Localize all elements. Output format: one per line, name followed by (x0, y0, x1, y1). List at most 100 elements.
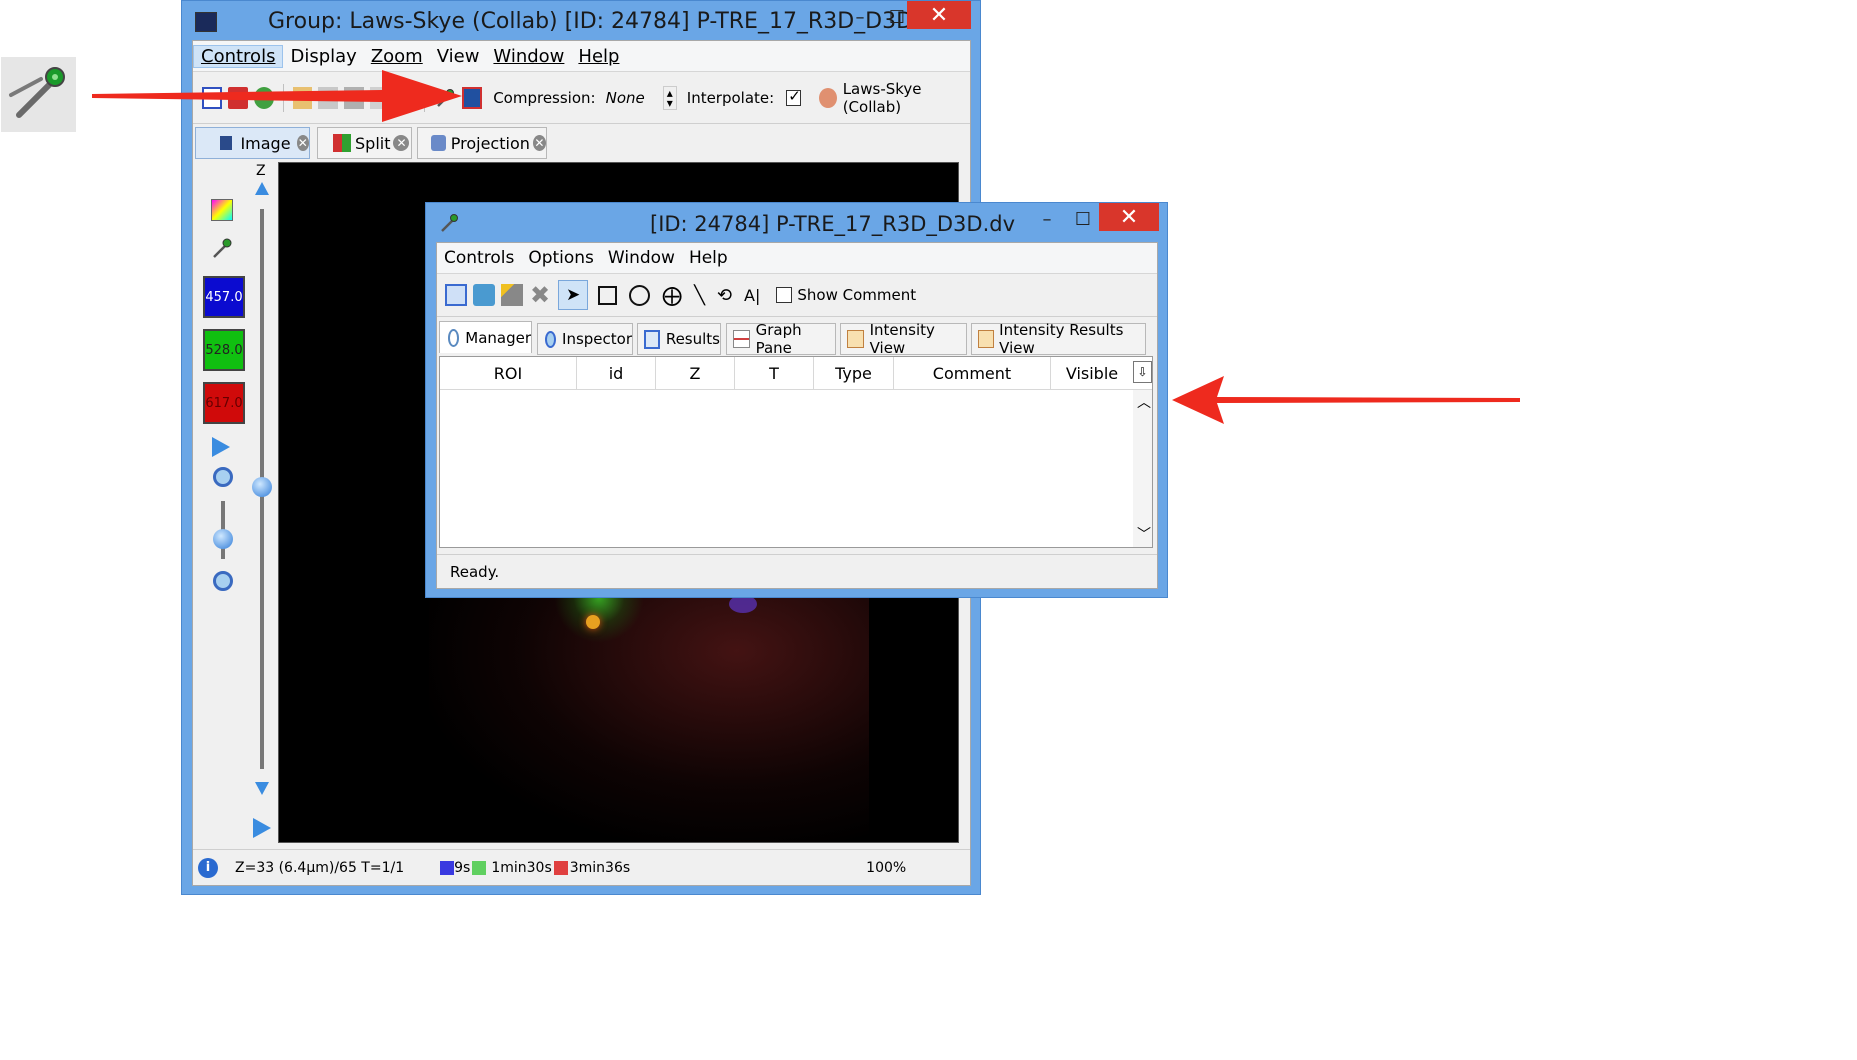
menu-controls[interactable]: Controls (437, 248, 521, 268)
color-picker-icon[interactable] (211, 199, 233, 221)
tab-intensity-view-label: Intensity View (869, 321, 935, 357)
z-down-arrow-icon[interactable] (255, 782, 269, 795)
annotation-arrow-left (92, 70, 472, 122)
zoom-in-icon[interactable] (213, 467, 233, 487)
group-icon (818, 88, 837, 108)
t-play-icon[interactable] (253, 818, 271, 838)
menu-help[interactable]: Help (682, 248, 735, 268)
compression-spinner-icon[interactable]: ▴ ▾ (662, 86, 677, 110)
minimize-button[interactable]: – (845, 1, 875, 33)
tab-results[interactable]: Results (637, 323, 721, 355)
roi-manager-window: [ID: 24784] P-TRE_17_R3D_D3D.dv – ☐ ✕ Co… (425, 202, 1168, 598)
annotation-arrow-right (1172, 376, 1522, 424)
magic-wand-icon[interactable] (501, 284, 523, 306)
tab-intensity-view[interactable]: Intensity View (840, 321, 967, 357)
tab-graph-pane-label: Graph Pane (755, 321, 802, 357)
menu-display[interactable]: Display (283, 46, 363, 67)
menu-window[interactable]: Window (486, 46, 571, 67)
scroll-up-icon[interactable]: ︿ (1137, 392, 1151, 412)
column-header-z[interactable]: Z (656, 357, 735, 389)
load-roi-icon[interactable] (473, 284, 495, 306)
tab-manager[interactable]: Manager (439, 321, 532, 353)
tab-intensity-results-view-label: Intensity Results View (999, 321, 1124, 357)
column-header-id[interactable]: id (577, 357, 656, 389)
close-tab-icon[interactable]: ✕ (393, 135, 410, 151)
close-tab-icon[interactable]: ✕ (296, 135, 309, 151)
channel-swatch-blue (440, 861, 455, 875)
menu-zoom[interactable]: Zoom (364, 46, 430, 67)
menu-window[interactable]: Window (601, 248, 682, 268)
interpolate-label: Interpolate: (686, 89, 775, 107)
eyedropper-icon[interactable] (211, 237, 233, 259)
roi-window-title: [ID: 24784] P-TRE_17_R3D_D3D.dv (650, 212, 1015, 236)
tab-graph-pane[interactable]: Graph Pane (726, 321, 836, 357)
roi-window-icon (438, 212, 460, 238)
roi-tool-icon-zoomed (1, 57, 76, 132)
tab-split-label: Split (355, 133, 391, 153)
compression-value[interactable]: None (606, 89, 645, 107)
minimize-button[interactable]: – (1032, 203, 1062, 235)
column-header-type[interactable]: Type (814, 357, 894, 389)
main-statusbar: i Z=33 (6.4µm)/65 T=1/1 9s 1min30s 3min3… (193, 849, 970, 886)
polyline-tool-icon[interactable]: ⟲ (717, 285, 732, 306)
intensity-view-tab-icon (847, 330, 864, 348)
tab-inspector-label: Inspector (562, 330, 632, 348)
rectangle-tool-icon[interactable] (598, 285, 618, 305)
menu-view[interactable]: View (430, 46, 487, 67)
z-up-arrow-icon[interactable] (255, 182, 269, 195)
column-header-comment[interactable]: Comment (894, 357, 1051, 389)
interpolate-checkbox[interactable]: ✓ (786, 87, 801, 106)
show-comment-checkbox[interactable] (776, 287, 793, 303)
scroll-down-icon[interactable]: ﹀ (1137, 524, 1151, 544)
position-readout: Z=33 (6.4µm)/65 T=1/1 (235, 860, 405, 876)
image-tab-icon (220, 136, 233, 150)
delete-icon[interactable]: ✖ (530, 281, 550, 309)
maximize-button[interactable]: ☐ (1068, 203, 1098, 235)
menu-options[interactable]: Options (521, 248, 601, 268)
projection-tab-icon (431, 135, 446, 151)
column-header-t[interactable]: T (735, 357, 814, 389)
table-header: ROI id Z T Type Comment Visible ⇩ (440, 357, 1152, 390)
z-slider-handle[interactable] (252, 477, 272, 497)
point-tool-icon[interactable]: ⨁ (662, 283, 682, 307)
menu-controls[interactable]: Controls (193, 44, 284, 68)
close-button[interactable]: ✕ (1099, 203, 1159, 231)
split-tab-icon (333, 134, 351, 152)
group-label[interactable]: Laws-Skye (Collab) (843, 80, 970, 116)
play-icon[interactable] (212, 437, 230, 457)
menu-help[interactable]: Help (571, 46, 626, 67)
close-button[interactable]: ✕ (907, 1, 971, 29)
channel-button-457[interactable]: 457.0 (203, 276, 245, 318)
tab-projection[interactable]: Projection ✕ (417, 127, 547, 159)
channel-label: 617.0 (205, 395, 243, 411)
column-chooser-icon[interactable]: ⇩ (1133, 361, 1152, 383)
tab-intensity-results-view[interactable]: Intensity Results View (971, 321, 1146, 357)
zoom-slider-handle[interactable] (213, 529, 233, 549)
line-tool-icon[interactable]: ╲ (694, 285, 705, 306)
tab-inspector[interactable]: Inspector (537, 323, 633, 355)
column-header-visible[interactable]: Visible (1051, 357, 1133, 389)
results-tab-icon (644, 329, 660, 349)
select-tool-icon[interactable]: ➤ (558, 280, 589, 310)
main-titlebar: Group: Laws-Skye (Collab) [ID: 24784] P-… (182, 1, 980, 45)
tab-image[interactable]: Image ✕ (195, 127, 310, 159)
column-header-roi[interactable]: ROI (440, 357, 577, 389)
text-tool-icon[interactable]: A| (744, 286, 760, 305)
save-roi-icon[interactable] (445, 284, 467, 306)
zoom-out-icon[interactable] (213, 571, 233, 591)
tab-image-label: Image (240, 133, 291, 153)
tab-split[interactable]: Split ✕ (317, 127, 412, 159)
channel-label: 457.0 (205, 289, 243, 305)
info-icon[interactable]: i (198, 858, 218, 878)
zoom-readout: 100% (866, 860, 907, 876)
close-tab-icon[interactable]: ✕ (532, 135, 546, 151)
z-label: Z (256, 163, 266, 179)
ellipse-tool-icon[interactable] (629, 284, 651, 306)
channel-button-528[interactable]: 528.0 (203, 329, 245, 371)
status-text: Ready. (450, 563, 500, 581)
channel-button-617[interactable]: 617.0 (203, 382, 245, 424)
ch3-time: 3min36s (569, 860, 631, 876)
roi-toolbar: ✖ ➤ ⨁ ╲ ⟲ A| Show Comment (437, 274, 1157, 317)
vertical-scrollbar[interactable]: ︿ ﹀ (1133, 390, 1152, 547)
tab-manager-label: Manager (465, 328, 531, 347)
